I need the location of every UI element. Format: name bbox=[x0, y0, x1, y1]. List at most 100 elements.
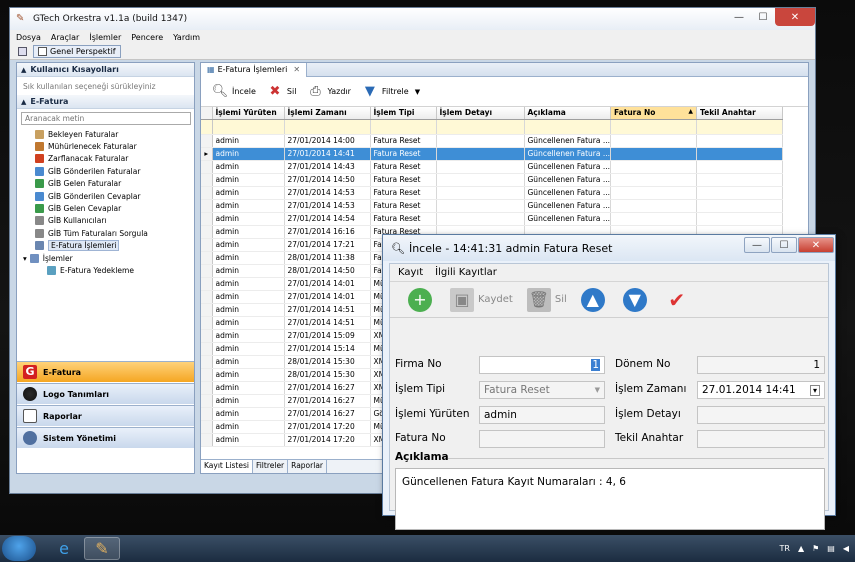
tree-item[interactable]: Bekleyen Faturalar bbox=[23, 128, 194, 140]
filter-button[interactable]: ▼ Filtrele ▼ bbox=[361, 83, 420, 101]
filter-cell[interactable] bbox=[436, 119, 525, 135]
filter-cell[interactable] bbox=[696, 119, 783, 135]
maximize-button[interactable]: ☐ bbox=[751, 8, 775, 26]
menu-dosya[interactable]: Dosya bbox=[16, 33, 41, 42]
delete-icon: ✖ bbox=[269, 84, 281, 99]
main-title-bar[interactable]: ✎ GTech Orkestra v1.1a (build 1347) — ☐ … bbox=[10, 8, 815, 30]
islem-zamani-picker[interactable]: 27.01.2014 14:41 ▾ bbox=[697, 381, 825, 399]
firma-no-field[interactable]: 1 bbox=[479, 356, 605, 374]
close-button[interactable]: ✕ bbox=[775, 8, 815, 26]
row-indicator bbox=[201, 238, 213, 252]
table-row[interactable]: admin 27/01/2014 14:00 Fatura Reset Güncell… bbox=[201, 134, 783, 148]
filter-cell[interactable] bbox=[212, 119, 285, 135]
filter-cell[interactable] bbox=[370, 119, 437, 135]
table-row[interactable]: admin 27/01/2014 14:53 Fatura Reset Güncell… bbox=[201, 186, 783, 200]
table-cell: Fatura Reset bbox=[370, 160, 437, 174]
column-header[interactable]: İşlemi Zamanı bbox=[284, 107, 371, 120]
menu-kayit[interactable]: Kayıt bbox=[398, 267, 423, 278]
nav-sistem-yonetimi[interactable]: Sistem Yönetimi bbox=[17, 427, 194, 448]
tree-item[interactable]: E-Fatura Yedekleme bbox=[23, 264, 194, 276]
internet-explorer-icon[interactable]: e bbox=[46, 537, 82, 560]
view-button[interactable]: 🔍︎ İncele bbox=[211, 83, 256, 101]
dialog-title-bar[interactable]: 🔍︎ İncele - 14:41:31 admin Fatura Reset … bbox=[383, 235, 835, 261]
nav-raporlar[interactable]: Raporlar bbox=[17, 405, 194, 426]
islem-detayi-label: İşlem Detayı bbox=[615, 408, 681, 420]
column-header[interactable]: Fatura No ▲ bbox=[610, 107, 697, 120]
column-header[interactable]: İşlem Detayı bbox=[436, 107, 525, 120]
menu-yardim[interactable]: Yardım bbox=[173, 33, 200, 42]
tab-efatura-islemleri[interactable]: ▦ E-Fatura İşlemleri ✕ bbox=[201, 63, 308, 77]
expand-toggle-icon[interactable]: ▾ bbox=[23, 254, 27, 263]
tree-item[interactable]: GİB Kullanıcıları bbox=[23, 215, 194, 227]
open-perspective-icon[interactable] bbox=[18, 47, 27, 56]
show-hidden-icons[interactable]: ▲ bbox=[798, 544, 804, 553]
tree-item-icon bbox=[35, 216, 44, 226]
tree-item[interactable]: Zarflanacak Faturalar bbox=[23, 153, 194, 165]
tree-item[interactable]: GİB Gönderilen Faturalar bbox=[23, 165, 194, 177]
minimize-button[interactable]: — bbox=[727, 8, 751, 26]
next-record-button[interactable]: ▼ bbox=[622, 287, 651, 312]
aciklama-textarea[interactable]: Güncellenen Fatura Kayıt Numaraları : 4,… bbox=[395, 468, 825, 530]
column-header[interactable]: İşlem Tipi bbox=[370, 107, 437, 120]
filter-cell[interactable] bbox=[201, 119, 213, 135]
arrow-down-icon: ▼ bbox=[622, 287, 647, 312]
tree-item[interactable]: Mühürlenecek Faturalar bbox=[23, 140, 194, 152]
volume-icon[interactable]: ◀ bbox=[843, 544, 849, 553]
start-button[interactable] bbox=[2, 536, 36, 561]
table-row[interactable]: admin 27/01/2014 14:43 Fatura Reset Güncell… bbox=[201, 160, 783, 174]
flag-icon[interactable]: ⚑ bbox=[812, 544, 819, 553]
print-button[interactable]: ⎙ Yazdır bbox=[306, 83, 351, 101]
previous-record-button[interactable]: ▲ bbox=[580, 287, 609, 312]
column-header[interactable]: Açıklama bbox=[524, 107, 611, 120]
tab-raporlar[interactable]: Raporlar bbox=[288, 460, 327, 473]
tree-item[interactable]: GİB Tüm Faturaları Sorgula bbox=[23, 227, 194, 239]
close-tab-icon[interactable]: ✕ bbox=[293, 65, 300, 74]
save-button[interactable]: ▣ Kaydet bbox=[450, 287, 513, 312]
language-indicator[interactable]: TR bbox=[780, 544, 790, 553]
new-record-button[interactable]: + bbox=[408, 287, 436, 312]
search-input[interactable] bbox=[21, 112, 191, 125]
filter-row[interactable] bbox=[201, 119, 783, 135]
tab-kayit-listesi[interactable]: Kayıt Listesi bbox=[201, 460, 253, 473]
tree-item[interactable]: GİB Gelen Cevaplar bbox=[23, 202, 194, 214]
dialog-close-button[interactable]: ✕ bbox=[798, 237, 834, 253]
table-cell: 27/01/2014 14:51 bbox=[284, 303, 371, 317]
table-cell: admin bbox=[212, 134, 285, 148]
table-row[interactable]: admin 27/01/2014 14:53 Fatura Reset Güncell… bbox=[201, 199, 783, 213]
nav-efatura[interactable]: G E-Fatura bbox=[17, 361, 194, 382]
dialog-delete-button[interactable]: 🗑︎ Sil bbox=[526, 287, 567, 312]
menu-ilgili-kayitlar[interactable]: İlgili Kayıtlar bbox=[435, 267, 497, 278]
tree-item[interactable]: GİB Gelen Faturalar bbox=[23, 178, 194, 190]
filter-cell[interactable] bbox=[284, 119, 371, 135]
column-header[interactable]: Tekil Anahtar bbox=[696, 107, 783, 120]
menu-islemler[interactable]: İşlemler bbox=[89, 33, 121, 42]
tree-item[interactable]: GİB Gönderilen Cevaplar bbox=[23, 190, 194, 202]
column-header[interactable]: İşlemi Yürüten bbox=[212, 107, 285, 120]
chevron-down-icon[interactable]: ▼ bbox=[415, 88, 420, 96]
table-row[interactable]: admin 27/01/2014 14:50 Fatura Reset Güncell… bbox=[201, 173, 783, 187]
table-row[interactable]: admin 27/01/2014 14:54 Fatura Reset Güncell… bbox=[201, 212, 783, 226]
tree-item-label: İşlemler bbox=[42, 253, 73, 263]
filter-cell[interactable] bbox=[610, 119, 697, 135]
delete-button[interactable]: ✖ Sil bbox=[266, 83, 296, 101]
dialog-maximize-button[interactable]: ☐ bbox=[771, 237, 797, 253]
chevron-down-icon[interactable]: ▾ bbox=[809, 384, 820, 396]
filter-cell[interactable] bbox=[524, 119, 611, 135]
tree-item[interactable]: E-Fatura İşlemleri bbox=[23, 240, 194, 252]
orkestra-taskbar-icon[interactable]: ✎ bbox=[84, 537, 120, 560]
tab-filtreler[interactable]: Filtreler bbox=[253, 460, 289, 473]
nav-logo-tanimlari[interactable]: Logo Tanımları bbox=[17, 383, 194, 404]
tree-item[interactable]: ▾ İşlemler bbox=[23, 252, 194, 264]
dialog-minimize-button[interactable]: — bbox=[744, 237, 770, 253]
network-icon[interactable]: ▤ bbox=[827, 544, 835, 553]
perspective-button[interactable]: Genel Perspektif bbox=[33, 45, 121, 58]
confirm-button[interactable]: ✔ bbox=[665, 288, 693, 312]
table-row[interactable]: ▸ admin 27/01/2014 14:41 Fatura Reset Güncel… bbox=[201, 147, 783, 161]
shortcuts-section-header[interactable]: ▲ Kullanıcı Kısayolları bbox=[17, 63, 194, 77]
menu-araclar[interactable]: Araçlar bbox=[51, 33, 79, 42]
tree-item-label: GİB Gönderilen Faturalar bbox=[48, 166, 141, 176]
efatura-section-header[interactable]: ▲ E-Fatura bbox=[17, 95, 194, 109]
menu-pencere[interactable]: Pencere bbox=[131, 33, 163, 42]
islemi-yuruten-label: İşlemi Yürüten bbox=[395, 408, 470, 420]
islem-tipi-select[interactable]: Fatura Reset ▼ bbox=[479, 381, 605, 399]
